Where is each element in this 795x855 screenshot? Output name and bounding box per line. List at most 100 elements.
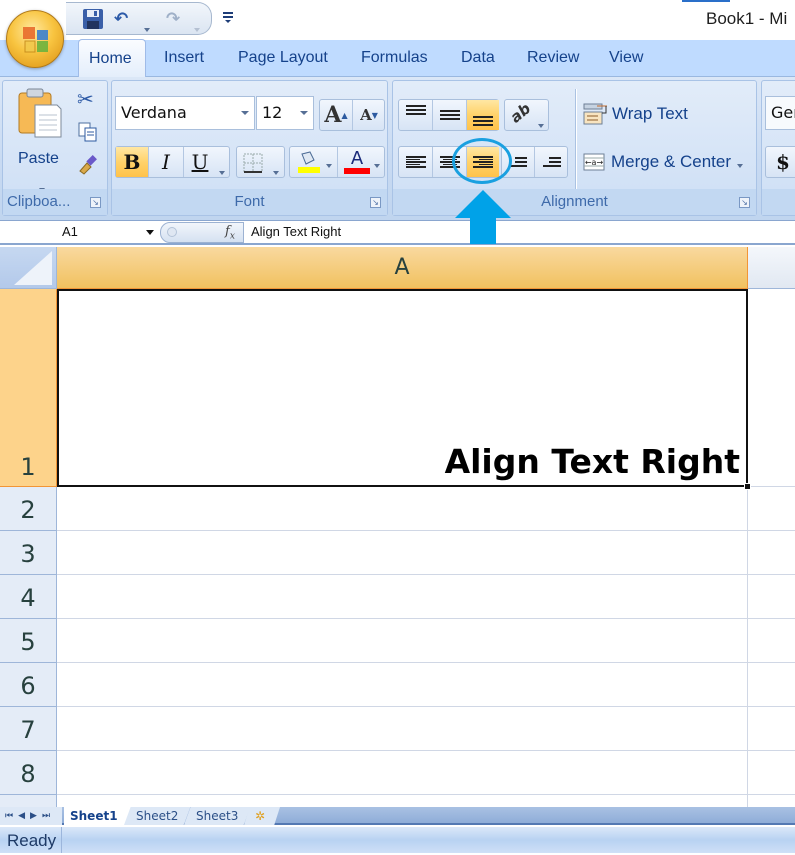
- sheet-tab-bar: ⏮◀▶⏭ Sheet1 Sheet2 Sheet3 ✲: [0, 807, 795, 826]
- row-header-4[interactable]: 4: [0, 575, 57, 619]
- grow-font-button[interactable]: A ▲: [320, 100, 353, 130]
- row-header-3[interactable]: 3: [0, 531, 57, 575]
- grid-row-6[interactable]: [57, 663, 795, 707]
- prev-sheet-icon[interactable]: ◀: [18, 811, 30, 821]
- tab-data[interactable]: Data: [461, 49, 495, 67]
- row-header-5[interactable]: 5: [0, 619, 57, 663]
- copy-icon[interactable]: [77, 121, 99, 143]
- align-left-button[interactable]: [399, 147, 433, 177]
- sheet-tab-sheet1[interactable]: Sheet1: [64, 807, 132, 826]
- select-all-button[interactable]: [0, 247, 57, 289]
- number-format-value: Ger: [771, 103, 795, 122]
- splitter-handle-icon[interactable]: [167, 227, 177, 237]
- sheet-navigation: ⏮◀▶⏭: [0, 807, 62, 825]
- cell-a1[interactable]: Align Text Right: [57, 289, 748, 487]
- wrap-text-button[interactable]: Wrap Text: [583, 101, 688, 127]
- last-sheet-icon[interactable]: ⏭: [42, 811, 55, 821]
- font-color-swatch: [344, 168, 370, 174]
- font-size-dropdown-icon[interactable]: [300, 111, 308, 115]
- tab-insert[interactable]: Insert: [164, 49, 204, 67]
- shrink-font-button[interactable]: A ▼: [353, 100, 385, 130]
- tab-home[interactable]: Home: [78, 39, 146, 77]
- insert-sheet-button[interactable]: ✲: [244, 807, 280, 825]
- middle-align-button[interactable]: [433, 100, 467, 130]
- font-color-button[interactable]: A: [338, 147, 386, 177]
- vertical-align-buttons: [398, 99, 499, 131]
- alignment-dialog-launcher[interactable]: ↘: [739, 197, 750, 208]
- first-sheet-icon[interactable]: ⏮: [5, 811, 18, 821]
- bold-button[interactable]: B: [116, 147, 149, 177]
- undo-icon[interactable]: ↶: [114, 8, 128, 30]
- borders-dropdown-icon[interactable]: [273, 160, 279, 179]
- font-name-dropdown-icon[interactable]: [241, 111, 249, 115]
- currency-button[interactable]: $: [765, 146, 795, 178]
- orientation-button[interactable]: ab: [504, 99, 549, 131]
- font-size-value: 12: [262, 103, 283, 122]
- sheet-tab-sheet3[interactable]: Sheet3: [184, 807, 251, 825]
- save-icon[interactable]: [82, 8, 104, 36]
- font-dialog-launcher[interactable]: ↘: [370, 197, 381, 208]
- redo-dropdown-icon[interactable]: [194, 16, 200, 38]
- row-header-7[interactable]: 7: [0, 707, 57, 751]
- tab-formulas[interactable]: Formulas: [361, 49, 428, 67]
- row-header-2[interactable]: 2: [0, 487, 57, 531]
- redo-icon[interactable]: ↷: [166, 8, 180, 30]
- fill-handle[interactable]: [744, 483, 751, 490]
- borders-icon: [243, 153, 263, 173]
- grid-row-8[interactable]: [57, 751, 795, 795]
- font-color-dropdown-icon[interactable]: [374, 153, 380, 172]
- clipboard-group: Paste ✂ Clipboa... ↘: [2, 80, 108, 216]
- font-size-combo[interactable]: 12: [256, 96, 314, 130]
- borders-button[interactable]: [236, 146, 285, 178]
- cut-icon[interactable]: ✂: [77, 87, 94, 111]
- grid-row-2[interactable]: [57, 487, 795, 531]
- wrap-text-label: Wrap Text: [612, 104, 688, 123]
- column-header-a[interactable]: A: [57, 247, 748, 289]
- font-style-buttons: B I U: [115, 146, 230, 178]
- insert-function-icon[interactable]: fx: [225, 224, 235, 242]
- grid-row-5[interactable]: [57, 619, 795, 663]
- grid-row-7[interactable]: [57, 707, 795, 751]
- fill-color-button[interactable]: [290, 147, 338, 177]
- underline-dropdown-icon[interactable]: [219, 160, 225, 179]
- customize-qat-icon[interactable]: [222, 10, 234, 28]
- row-header-8[interactable]: 8: [0, 751, 57, 795]
- undo-dropdown-icon[interactable]: [144, 16, 150, 38]
- alignment-group-label: Alignment: [393, 189, 756, 215]
- italic-button[interactable]: I: [149, 147, 184, 177]
- merge-center-button[interactable]: ←a→ Merge & Center: [583, 149, 743, 175]
- fill-bucket-icon: [297, 151, 320, 173]
- formula-bar-splitter[interactable]: fx: [160, 222, 244, 243]
- orientation-dropdown-icon[interactable]: [538, 113, 544, 132]
- clipboard-dialog-launcher[interactable]: ↘: [90, 197, 101, 208]
- column-header-b[interactable]: [748, 247, 795, 289]
- font-name-combo[interactable]: Verdana: [115, 96, 255, 130]
- office-button[interactable]: [6, 10, 64, 68]
- name-box-dropdown-icon[interactable]: [146, 230, 154, 235]
- row-header-6[interactable]: 6: [0, 663, 57, 707]
- format-painter-icon[interactable]: [77, 153, 99, 175]
- grid-row-3[interactable]: [57, 531, 795, 575]
- tab-view[interactable]: View: [609, 49, 643, 67]
- row-header-1[interactable]: 1: [0, 289, 57, 487]
- number-group-label: [762, 189, 795, 215]
- underline-button[interactable]: U: [184, 147, 216, 177]
- number-format-combo[interactable]: Ger: [765, 96, 795, 130]
- name-box[interactable]: A1: [0, 221, 160, 243]
- sheet-tab-sheet2[interactable]: Sheet2: [124, 807, 191, 825]
- row-header-9[interactable]: [0, 795, 57, 807]
- status-text: Ready: [0, 827, 62, 853]
- quick-access-toolbar: ↶ ↷: [66, 2, 212, 35]
- increase-indent-button[interactable]: [535, 147, 568, 177]
- tab-page-layout[interactable]: Page Layout: [238, 49, 328, 67]
- top-align-button[interactable]: [399, 100, 433, 130]
- next-sheet-icon[interactable]: ▶: [30, 811, 42, 821]
- formula-input[interactable]: Align Text Right: [251, 221, 341, 243]
- grid-row-4[interactable]: [57, 575, 795, 619]
- tab-review[interactable]: Review: [527, 49, 579, 67]
- merge-center-dropdown-icon[interactable]: [737, 153, 743, 172]
- paste-button[interactable]: Paste: [9, 85, 69, 192]
- bottom-align-button[interactable]: [467, 100, 499, 130]
- font-group-label: Font: [112, 189, 387, 215]
- fill-color-dropdown-icon[interactable]: [325, 153, 332, 172]
